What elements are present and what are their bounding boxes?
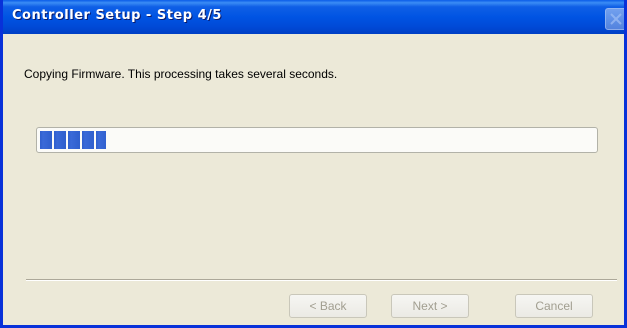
title-bar[interactable]: Controller Setup - Step 4/5	[3, 0, 624, 34]
setup-dialog-window: Controller Setup - Step 4/5 Copying Firm…	[0, 0, 627, 328]
status-message: Copying Firmware. This processing takes …	[24, 67, 338, 81]
progress-track	[40, 131, 594, 149]
window-title: Controller Setup - Step 4/5	[12, 8, 222, 23]
close-button[interactable]	[605, 8, 624, 30]
next-button[interactable]: Next >	[391, 294, 469, 318]
back-button[interactable]: < Back	[289, 294, 367, 318]
progress-bar	[36, 127, 598, 153]
close-icon	[610, 13, 622, 25]
button-separator	[26, 279, 617, 281]
cancel-button[interactable]: Cancel	[515, 294, 593, 318]
progress-fill	[40, 131, 107, 149]
